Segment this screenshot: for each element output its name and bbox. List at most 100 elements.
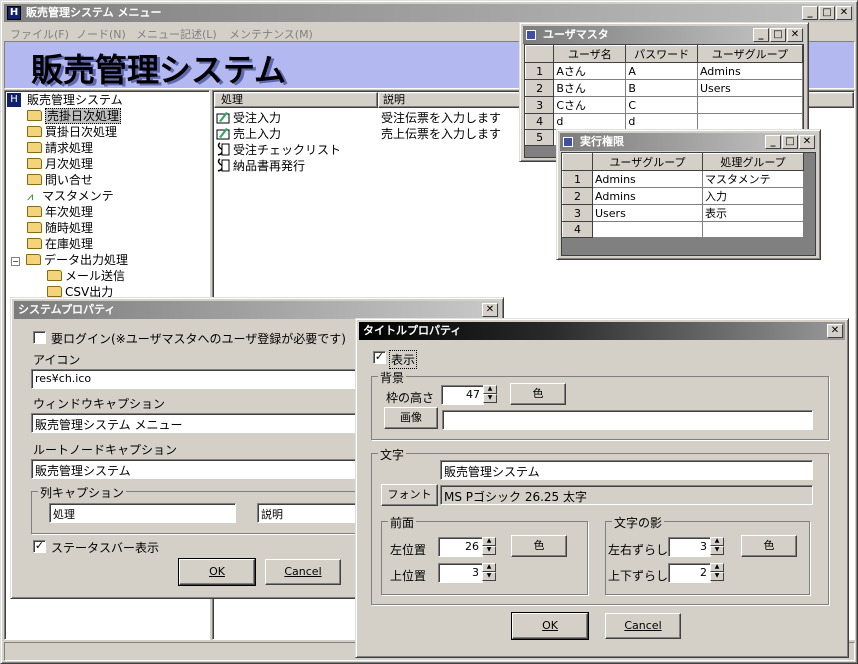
tree-item-inquiry[interactable]: 問い合せ: [27, 172, 93, 188]
up-arrow-icon[interactable]: ▲: [483, 385, 497, 394]
down-arrow-icon[interactable]: ▼: [482, 546, 496, 555]
shift-ud-stepper[interactable]: ▲ ▼: [710, 563, 724, 581]
col-header-usergroup[interactable]: ユーザグループ: [592, 153, 703, 171]
exec-auth-grid[interactable]: ユーザグループ 処理グループ 1 Admins マスタメンテ 2 Admins 入力 3…: [561, 152, 816, 256]
grid-cell[interactable]: [696, 96, 804, 114]
grid-cell[interactable]: d: [553, 113, 627, 130]
column2-caption-input[interactable]: 説明: [257, 503, 367, 523]
shift-lr-input[interactable]: 3: [668, 537, 711, 557]
grid-cell[interactable]: Admins: [592, 187, 703, 205]
row-header[interactable]: 2: [524, 79, 555, 97]
frame-height-stepper[interactable]: ▲ ▼: [483, 385, 497, 403]
system-property-title-bar[interactable]: システムプロパティ ✕: [14, 301, 500, 319]
tree-item-purchase-daily[interactable]: 買掛日次処理: [27, 124, 117, 140]
col-header-usergroup[interactable]: ユーザグループ: [696, 45, 804, 63]
tree-item-yearly[interactable]: 年次処理: [27, 204, 93, 220]
close-icon[interactable]: ✕: [799, 135, 815, 149]
exec-auth-title-bar[interactable]: 実行権限 _ □ ✕: [560, 133, 817, 151]
grid-cell[interactable]: Users: [696, 79, 804, 97]
icon-path-input[interactable]: res¥ch.ico: [31, 369, 371, 389]
tree-item-inventory[interactable]: 在庫処理: [27, 236, 93, 252]
system-cancel-button[interactable]: Cancel: [265, 559, 341, 585]
left-position-input[interactable]: 26: [438, 537, 483, 557]
tree-item-master-maint[interactable]: ⩘ マスタメンテ: [27, 188, 114, 204]
collapse-icon[interactable]: −: [11, 257, 20, 266]
login-required-checkbox[interactable]: [33, 331, 46, 344]
col-header-processgroup[interactable]: 処理グループ: [702, 153, 804, 171]
down-arrow-icon[interactable]: ▼: [483, 394, 497, 403]
shift-lr-stepper[interactable]: ▲ ▼: [710, 537, 724, 555]
close-icon[interactable]: ✕: [482, 303, 498, 317]
row-header[interactable]: 4: [524, 113, 555, 130]
top-position-input[interactable]: 3: [438, 563, 483, 583]
row-header[interactable]: 3: [524, 96, 555, 114]
grid-cell[interactable]: Aさん: [553, 62, 627, 80]
main-title-bar[interactable]: H 販売管理システム メニュー _ □ ✕: [4, 4, 854, 22]
minimize-icon[interactable]: _: [753, 28, 769, 42]
col-header-username[interactable]: ユーザ名: [553, 45, 627, 63]
image-button[interactable]: 画像: [384, 407, 438, 429]
grid-cell[interactable]: [696, 113, 804, 130]
grid-cell[interactable]: d: [625, 113, 698, 130]
grid-cell[interactable]: Admins: [696, 62, 804, 80]
grid-cell[interactable]: Bさん: [553, 79, 627, 97]
list-item[interactable]: 納品書再発行: [216, 158, 305, 174]
list-header-process[interactable]: 処理: [214, 92, 378, 108]
system-ok-button[interactable]: OK: [178, 558, 256, 586]
title-ok-button[interactable]: OK: [511, 612, 589, 640]
row-header[interactable]: 5: [524, 129, 555, 146]
grid-cell[interactable]: [702, 221, 804, 238]
tree-item-monthly[interactable]: 月次処理: [27, 156, 93, 172]
top-position-stepper[interactable]: ▲ ▼: [482, 563, 496, 581]
statusbar-checkbox[interactable]: ✓: [33, 540, 46, 553]
font-button[interactable]: フォント: [381, 484, 438, 506]
menu-description[interactable]: メニュー記述(L): [136, 26, 217, 42]
grid-cell[interactable]: B: [625, 79, 698, 97]
title-property-title-bar[interactable]: タイトルプロパティ ✕: [359, 322, 845, 340]
show-title-checkbox[interactable]: ✓: [373, 351, 386, 364]
frame-height-input[interactable]: 47: [441, 385, 484, 405]
list-item[interactable]: 売上入力: [216, 126, 281, 142]
row-header[interactable]: 1: [562, 170, 593, 188]
grid-cell[interactable]: Admins: [592, 170, 703, 188]
close-icon[interactable]: ✕: [827, 324, 843, 338]
down-arrow-icon[interactable]: ▼: [710, 546, 724, 555]
maximize-icon[interactable]: □: [770, 28, 786, 42]
menu-maintenance[interactable]: メンテナンス(M): [229, 26, 313, 42]
column1-caption-input[interactable]: 処理: [49, 503, 236, 523]
grid-cell[interactable]: マスタメンテ: [702, 170, 804, 188]
row-header[interactable]: 3: [562, 204, 593, 222]
list-item[interactable]: 受注チェックリスト: [216, 142, 341, 158]
tree-item-billing[interactable]: 請求処理: [27, 140, 93, 156]
grid-cell[interactable]: 入力: [702, 187, 804, 205]
up-arrow-icon[interactable]: ▲: [482, 563, 496, 572]
down-arrow-icon[interactable]: ▼: [482, 572, 496, 581]
title-cancel-button[interactable]: Cancel: [605, 613, 681, 639]
minimize-icon[interactable]: _: [802, 6, 818, 20]
list-item[interactable]: 受注入力: [216, 110, 281, 126]
grid-cell[interactable]: Cさん: [553, 96, 627, 114]
close-icon[interactable]: ✕: [836, 6, 852, 20]
image-path-input[interactable]: [442, 410, 813, 430]
tree-item-adhoc[interactable]: 随時処理: [27, 220, 93, 236]
maximize-icon[interactable]: □: [819, 6, 835, 20]
user-master-title-bar[interactable]: ユーザマスタ _ □ ✕: [523, 26, 805, 44]
grid-cell[interactable]: 表示: [702, 204, 804, 222]
grid-cell[interactable]: A: [625, 62, 698, 80]
shadow-color-button[interactable]: 色: [741, 535, 797, 557]
down-arrow-icon[interactable]: ▼: [710, 572, 724, 581]
maximize-icon[interactable]: □: [782, 135, 798, 149]
tree-item-sales-daily[interactable]: 売掛日次処理: [27, 108, 122, 124]
grid-cell[interactable]: C: [625, 96, 698, 114]
left-position-stepper[interactable]: ▲ ▼: [482, 537, 496, 555]
menu-file[interactable]: ファイル(F): [10, 26, 69, 42]
up-arrow-icon[interactable]: ▲: [710, 563, 724, 572]
title-text-input[interactable]: 販売管理システム: [440, 460, 813, 480]
row-header[interactable]: 1: [524, 62, 555, 80]
row-header[interactable]: 2: [562, 187, 593, 205]
background-color-button[interactable]: 色: [510, 383, 566, 405]
window-caption-input[interactable]: 販売管理システム メニュー: [31, 413, 371, 433]
tree-root[interactable]: H 販売管理システム: [7, 92, 123, 108]
tree-item-mail[interactable]: メール送信: [47, 268, 125, 284]
close-icon[interactable]: ✕: [787, 28, 803, 42]
